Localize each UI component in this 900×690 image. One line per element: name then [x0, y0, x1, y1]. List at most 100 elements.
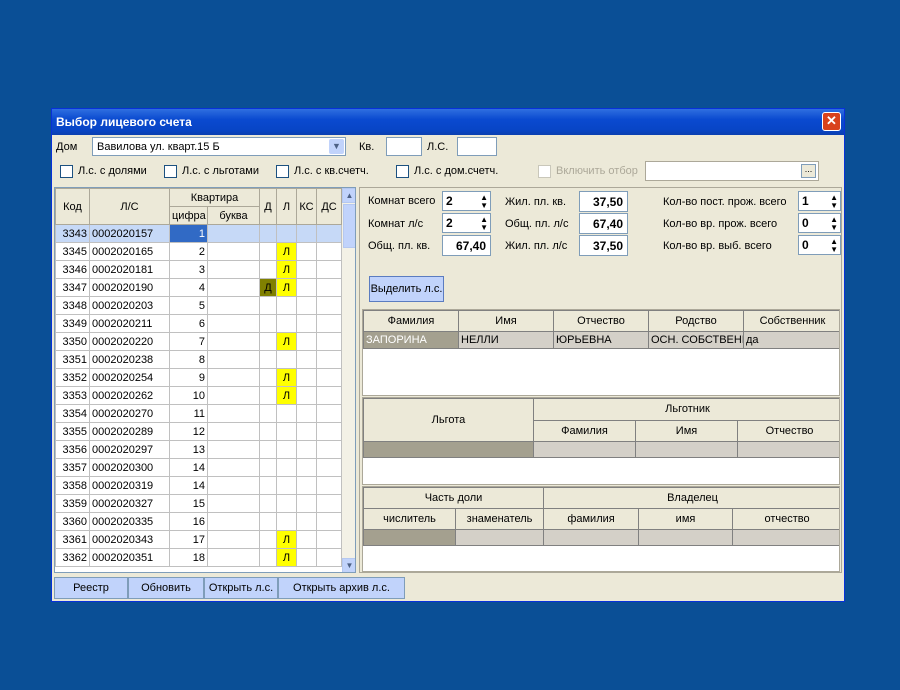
col-cifra[interactable]: цифра	[169, 206, 208, 225]
col-kod[interactable]: Код	[55, 188, 90, 225]
cell-bukva[interactable]	[206, 368, 261, 387]
temp-out-spinner[interactable]: 0 ▲ ▼	[798, 235, 841, 255]
cell-bukva[interactable]	[206, 530, 261, 549]
cell-cifra[interactable]: 4	[169, 278, 208, 297]
cell-ls[interactable]: 0002020270	[89, 404, 170, 423]
table-row[interactable]: 3346 0002020181 3 Л	[55, 260, 343, 279]
spin-down-icon[interactable]: ▼	[480, 201, 488, 210]
cell-kod[interactable]: 3351	[55, 350, 90, 369]
cell-ls[interactable]: 0002020327	[89, 494, 170, 513]
cell-d[interactable]	[259, 224, 278, 243]
table-row[interactable]	[363, 529, 839, 546]
cell-bukva[interactable]	[206, 278, 261, 297]
cell-cifra[interactable]: 15	[169, 494, 208, 513]
rooms-ls-spinner[interactable]: 2 ▲ ▼	[442, 213, 491, 233]
cell-ls[interactable]: 0002020181	[89, 260, 170, 279]
cell-ls[interactable]: 0002020351	[89, 548, 170, 567]
cell-ds[interactable]	[316, 314, 343, 333]
cell-ks[interactable]	[296, 548, 318, 567]
cell-kod[interactable]: 3349	[55, 314, 90, 333]
cell-d[interactable]	[259, 332, 278, 351]
cell-ds[interactable]	[316, 386, 343, 405]
cell-ls[interactable]: 0002020220	[89, 332, 170, 351]
living-area-ls-value[interactable]: 37,50	[579, 235, 628, 256]
cell-ds[interactable]	[316, 332, 343, 351]
open-archive-button[interactable]: Открыть архив л.с.	[278, 577, 405, 599]
scroll-up-icon[interactable]: ▲	[342, 188, 355, 203]
cell-bukva[interactable]	[206, 494, 261, 513]
house-select[interactable]: Вавилова ул. кварт.15 Б ▼	[92, 137, 346, 156]
cell-kod[interactable]: 3348	[55, 296, 90, 315]
cell-ls[interactable]: 0002020289	[89, 422, 170, 441]
ls-input[interactable]	[457, 137, 497, 156]
cell-ls[interactable]: 0002020300	[89, 458, 170, 477]
cell-kod[interactable]: 3359	[55, 494, 90, 513]
table-row[interactable]: 3355 0002020289 12	[55, 422, 343, 441]
enable-filter-checkbox[interactable]	[538, 165, 551, 178]
cell-ls[interactable]: 0002020335	[89, 512, 170, 531]
cell-cifra[interactable]: 8	[169, 350, 208, 369]
cell-ls[interactable]: 0002020211	[89, 314, 170, 333]
share-col-surname[interactable]: фамилия	[543, 508, 640, 530]
cell-l[interactable]	[276, 314, 298, 333]
cell-bukva[interactable]	[206, 458, 261, 477]
cell-ks[interactable]	[296, 386, 318, 405]
cell-l[interactable]	[276, 422, 298, 441]
cell-kod[interactable]: 3346	[55, 260, 90, 279]
cell-kod[interactable]: 3356	[55, 440, 90, 459]
cell-ks[interactable]	[296, 314, 318, 333]
cell-ks[interactable]	[296, 404, 318, 423]
col-bukva[interactable]: буква	[206, 206, 261, 225]
cell-ls[interactable]: 0002020203	[89, 296, 170, 315]
open-ls-button[interactable]: Открыть л.с.	[204, 577, 278, 599]
cell-bukva[interactable]	[206, 296, 261, 315]
cell-bukva[interactable]	[206, 548, 261, 567]
cell-kod[interactable]: 3347	[55, 278, 90, 297]
cell-ls[interactable]: 0002020238	[89, 350, 170, 369]
total-area-ls-value[interactable]: 67,40	[579, 213, 628, 234]
res-col-owner[interactable]: Собственник	[743, 310, 839, 332]
cell-bukva[interactable]	[206, 314, 261, 333]
cell-cifra[interactable]: 10	[169, 386, 208, 405]
temp-residents-spinner[interactable]: 0 ▲ ▼	[798, 213, 841, 233]
table-row[interactable]: 3351 0002020238 8	[55, 350, 343, 369]
table-row[interactable]: 3348 0002020203 5	[55, 296, 343, 315]
registry-button[interactable]: Реестр	[54, 577, 128, 599]
cell-d[interactable]	[259, 314, 278, 333]
cell-kod[interactable]: 3343	[55, 224, 90, 243]
cell-d[interactable]	[259, 512, 278, 531]
cell-l[interactable]: Л	[276, 278, 298, 297]
cell-ls[interactable]: 0002020343	[89, 530, 170, 549]
cell-ds[interactable]	[316, 350, 343, 369]
cell-l[interactable]: Л	[276, 260, 298, 279]
cell-cifra[interactable]: 17	[169, 530, 208, 549]
cell-d[interactable]: Д	[259, 278, 278, 297]
res-col-patronymic[interactable]: Отчество	[553, 310, 649, 332]
share-col-name[interactable]: имя	[638, 508, 734, 530]
cell-d[interactable]	[259, 458, 278, 477]
cell-kod[interactable]: 3350	[55, 332, 90, 351]
table-row[interactable]: 3356 0002020297 13	[55, 440, 343, 459]
cell-bukva[interactable]	[206, 260, 261, 279]
cell-cifra[interactable]: 14	[169, 458, 208, 477]
cell-ds[interactable]	[316, 422, 343, 441]
spin-down-icon[interactable]: ▼	[480, 223, 488, 232]
ellipsis-button[interactable]: ...	[801, 164, 816, 178]
spin-down-icon[interactable]: ▼	[830, 201, 838, 210]
cell-bukva[interactable]	[206, 386, 261, 405]
cell-kod[interactable]: 3353	[55, 386, 90, 405]
cell-ds[interactable]	[316, 368, 343, 387]
col-d[interactable]: Д	[259, 188, 278, 225]
cell-ls[interactable]: 0002020254	[89, 368, 170, 387]
cell-ls[interactable]: 0002020319	[89, 476, 170, 495]
cell-kod[interactable]: 3357	[55, 458, 90, 477]
cell-ds[interactable]	[316, 224, 343, 243]
res-col-name[interactable]: Имя	[458, 310, 554, 332]
benefits-checkbox[interactable]	[164, 165, 177, 178]
cell-cifra[interactable]: 16	[169, 512, 208, 531]
living-area-kv-value[interactable]: 37,50	[579, 191, 628, 212]
cell-ds[interactable]	[316, 440, 343, 459]
cell-bukva[interactable]	[206, 440, 261, 459]
cell-ks[interactable]	[296, 440, 318, 459]
cell-ks[interactable]	[296, 332, 318, 351]
